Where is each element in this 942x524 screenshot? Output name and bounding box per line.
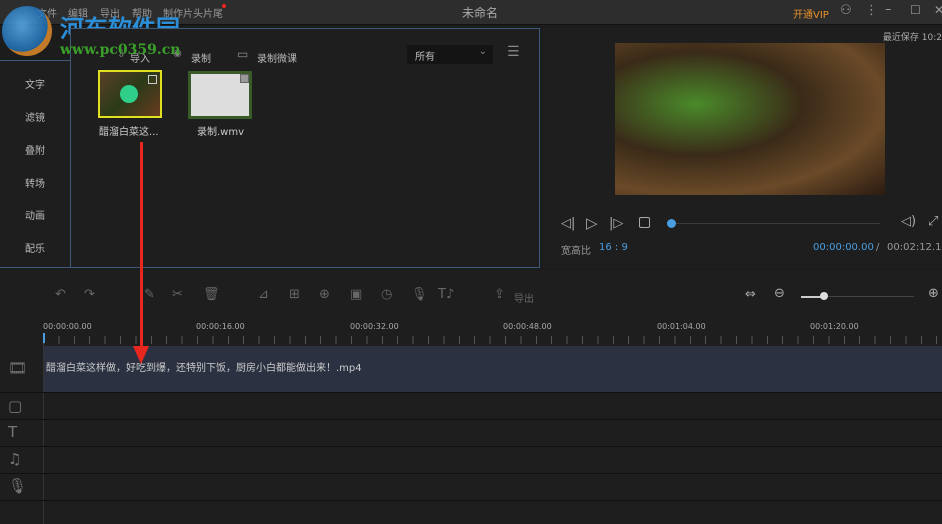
arrow-head-icon <box>133 346 149 364</box>
music-track: ♫ <box>0 447 942 474</box>
video-track-icon: 🎞 <box>8 359 28 377</box>
media-item-1[interactable] <box>188 71 252 119</box>
video-clip[interactable]: 醋溜白菜这样做，好吃到爆，还特别下饭，厨房小白都能做出来！.mp4 <box>44 346 942 392</box>
crop-icon[interactable]: ⊿ <box>258 287 269 302</box>
mosaic-icon[interactable]: ⊞ <box>289 287 300 302</box>
time-separator: / <box>876 242 880 253</box>
mic-track-icon: 🎙 <box>8 477 28 495</box>
close-icon[interactable]: ✕ <box>934 3 942 17</box>
current-time: 00:00:00.00 <box>813 242 874 253</box>
total-time: 00:02:12.10 <box>887 242 942 253</box>
playhead[interactable] <box>43 333 45 343</box>
fullscreen-icon[interactable]: ⤢ <box>928 214 938 229</box>
export-button[interactable]: 导出 <box>514 290 534 305</box>
zoom-handle[interactable] <box>819 292 828 300</box>
maximize-icon[interactable]: ☐ <box>910 3 921 17</box>
text-track: T <box>0 420 942 447</box>
checkbox-icon[interactable] <box>148 75 157 84</box>
annotation-arrow <box>140 142 143 352</box>
ruler-ticks <box>43 336 942 344</box>
speed-icon[interactable]: ◷ <box>381 287 392 302</box>
split-screen-icon[interactable]: ⊕ <box>319 287 330 302</box>
tab-filter[interactable]: 滤镜 <box>0 109 70 124</box>
watermark-url: www.pc0359.cn <box>60 42 181 58</box>
zoom-out-icon[interactable]: ⊖ <box>774 286 785 301</box>
list-view-icon[interactable]: ☰ <box>507 44 520 60</box>
text-to-speech-icon[interactable]: T♪ <box>438 287 454 302</box>
ruler-label: 00:00:32.00 <box>350 322 399 331</box>
play-badge-icon <box>120 85 138 103</box>
minimize-icon[interactable]: – <box>885 2 892 17</box>
prev-frame-icon[interactable]: ◁| <box>561 216 575 231</box>
aspect-label: 宽高比 <box>561 246 591 257</box>
chevron-down-icon: ⌄ <box>478 46 487 57</box>
freeze-icon[interactable]: ▣ <box>350 287 362 302</box>
voice-track: 🎙 <box>0 474 942 501</box>
side-tabs: 文字 滤镜 叠附 转场 动画 配乐 <box>0 60 71 268</box>
progress-handle[interactable] <box>667 219 676 228</box>
aspect-ratio[interactable]: 16 : 9 <box>599 242 628 253</box>
play-icon[interactable]: ▷ <box>586 214 598 232</box>
next-frame-icon[interactable]: |▷ <box>609 216 623 231</box>
ruler-label: 00:00:00.00 <box>43 322 92 331</box>
volume-icon[interactable]: ◁) <box>901 214 916 229</box>
user-icon[interactable]: ⚇ <box>840 3 852 18</box>
redo-icon[interactable]: ↷ <box>84 287 95 302</box>
media-item-0[interactable] <box>98 70 162 118</box>
tab-overlay[interactable]: 叠附 <box>0 142 70 157</box>
music-track-icon: ♫ <box>8 450 22 468</box>
clip-label: 醋溜白菜这样做，好吃到爆，还特别下饭，厨房小白都能做出来！.mp4 <box>46 363 362 374</box>
ruler-label: 00:01:20.00 <box>810 322 859 331</box>
stop-icon[interactable] <box>639 217 650 228</box>
delete-icon[interactable]: 🗑 <box>203 287 220 302</box>
tab-animation[interactable]: 动画 <box>0 207 70 222</box>
record-course-button[interactable]: 录制微课 <box>257 50 297 65</box>
export-icon[interactable]: ⇪ <box>494 287 505 302</box>
window-title: 未命名 <box>462 6 499 20</box>
screen-icon[interactable]: ▭ <box>237 47 248 61</box>
progress-slider[interactable] <box>670 223 880 224</box>
watermark-logo <box>2 6 52 56</box>
filter-dropdown[interactable]: 所有 ⌄ <box>407 45 493 64</box>
tab-text[interactable]: 文字 <box>0 76 70 91</box>
fit-icon[interactable]: ⇔ <box>745 287 756 302</box>
checkbox-icon[interactable] <box>240 74 249 83</box>
undo-icon[interactable]: ↶ <box>55 287 66 302</box>
record-button[interactable]: 录制 <box>191 50 211 65</box>
media-item-label: 录制.wmv <box>197 127 245 138</box>
edit-icon[interactable]: ✎ <box>144 287 155 302</box>
notification-dot <box>222 4 226 8</box>
tab-music[interactable]: 配乐 <box>0 240 70 255</box>
cut-icon[interactable]: ✂ <box>172 287 183 302</box>
overlay-track-icon: ▢ <box>8 397 23 415</box>
more-icon[interactable]: ⋮ <box>865 3 878 18</box>
filter-value: 所有 <box>415 52 435 63</box>
video-preview <box>615 43 885 195</box>
mic-icon[interactable]: 🎙 <box>411 287 428 302</box>
zoom-in-icon[interactable]: ⊕ <box>928 286 939 301</box>
zoom-slider[interactable] <box>801 296 914 298</box>
media-item-label: 醋溜白菜这... <box>99 127 159 138</box>
preview-panel: 最近保存 10:2 ◁| ▷ |▷ ◁) ⤢ 宽高比 16 : 9 00:00:… <box>543 28 942 268</box>
ruler-label: 00:00:48.00 <box>503 322 552 331</box>
tab-transition[interactable]: 转场 <box>0 175 70 190</box>
last-saved: 最近保存 10:2 <box>882 33 942 43</box>
text-track-icon: T <box>8 423 18 441</box>
overlay-track: ▢ <box>0 394 942 420</box>
vip-button[interactable]: 开通VIP <box>793 6 829 21</box>
ruler-label: 00:01:04.00 <box>657 322 706 331</box>
ruler-label: 00:00:16.00 <box>196 322 245 331</box>
